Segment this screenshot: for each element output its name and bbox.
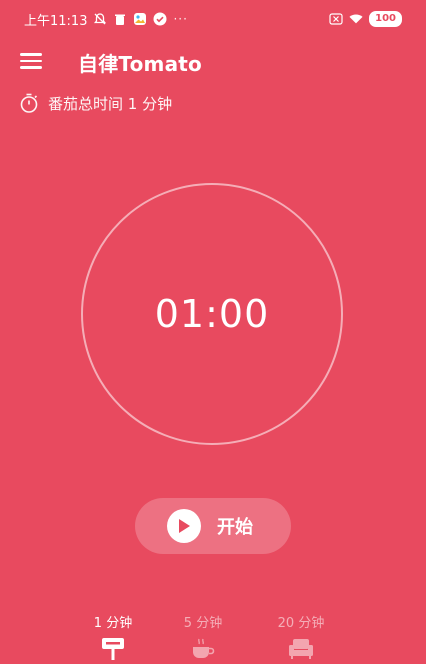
status-bar: 上午11:13 ··· 100: [0, 0, 426, 38]
mute-bell-icon: [93, 12, 107, 26]
tab-20-minutes[interactable]: 20 分钟: [256, 612, 346, 664]
trash-icon: [113, 12, 127, 26]
status-left: 上午11:13 ···: [24, 10, 188, 29]
timer-ring: 01:00: [81, 183, 343, 445]
tab-label: 1 分钟: [93, 616, 133, 631]
duration-tabs: 1 分钟 5 分钟 20 分钟: [0, 612, 426, 660]
sim-icon: [329, 12, 343, 26]
tab-label: 5 分钟: [183, 616, 223, 631]
tab-label: 20 分钟: [277, 616, 325, 631]
armchair-icon: [289, 638, 313, 664]
start-button[interactable]: 开始: [135, 498, 291, 554]
app-bar: 自律Tomato: [0, 46, 426, 80]
app-title: 自律Tomato: [78, 52, 202, 76]
hamburger-menu-icon[interactable]: [20, 53, 42, 73]
play-icon: [167, 509, 201, 543]
total-time-row: 番茄总时间 1 分钟: [18, 92, 172, 114]
tab-5-minutes[interactable]: 5 分钟: [158, 612, 248, 664]
coffee-cup-icon: [191, 638, 215, 664]
start-button-label: 开始: [217, 517, 253, 538]
status-time: 上午11:13: [24, 13, 88, 29]
stopwatch-icon: [18, 92, 40, 114]
check-icon: [153, 12, 167, 26]
status-right: 100: [329, 11, 402, 27]
total-time-label: 番茄总时间 1 分钟: [48, 94, 173, 113]
timer-display: 01:00: [154, 292, 270, 336]
more-notifications: ···: [173, 12, 188, 26]
gallery-icon: [133, 12, 147, 26]
signpost-icon: [102, 638, 124, 664]
battery-icon: 100: [369, 11, 402, 27]
tab-1-minute[interactable]: 1 分钟: [68, 612, 158, 664]
wifi-icon: [349, 12, 363, 26]
